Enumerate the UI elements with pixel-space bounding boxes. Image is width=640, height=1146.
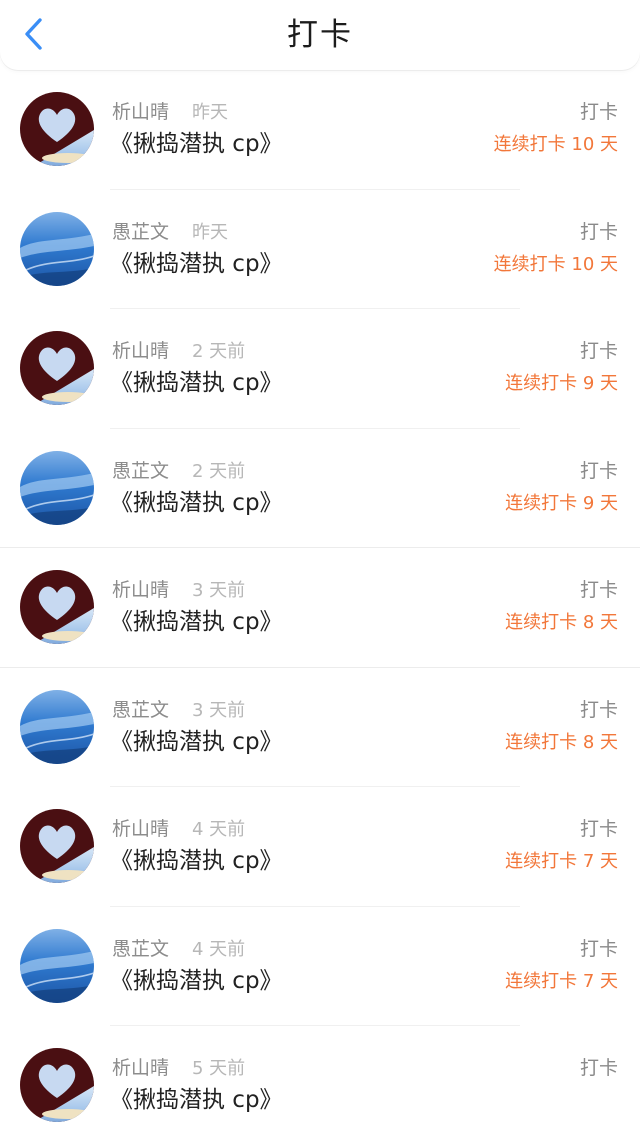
avatar[interactable]: [20, 211, 94, 286]
checkin-tag: 打卡: [579, 698, 618, 721]
user-name: 愚芷文: [112, 220, 170, 243]
user-name: 愚芷文: [112, 698, 170, 721]
post-time: 4 天前: [192, 938, 246, 960]
list-item[interactable]: 析山晴 昨天 《揪捣潜执 cp》 打卡 连续打卡 10 天: [0, 70, 640, 190]
post-time: 2 天前: [192, 341, 246, 362]
post-time: 3 天前: [192, 699, 246, 721]
avatar[interactable]: [20, 689, 94, 764]
checkin-tag: 打卡: [579, 937, 618, 960]
checkin-content: 《揪捣潜执 cp》: [110, 609, 283, 635]
post-time: 3 天前: [192, 580, 246, 601]
list-item[interactable]: 析山晴 2 天前 《揪捣潜执 cp》 打卡 连续打卡 9 天: [0, 309, 640, 429]
checkin-content: 《揪捣潜执 cp》: [110, 848, 283, 874]
user-name: 析山晴: [112, 818, 170, 840]
checkin-content: 《揪捣潜执 cp》: [110, 370, 283, 396]
list-item[interactable]: 析山晴 3 天前 《揪捣潜执 cp》 打卡 连续打卡 8 天: [0, 548, 640, 668]
streak-label: 连续打卡 10 天: [493, 253, 618, 275]
avatar[interactable]: [20, 809, 94, 883]
checkin-tag: 打卡: [579, 220, 618, 243]
user-name: 析山晴: [112, 340, 170, 362]
header-bar: 打卡: [0, 0, 640, 70]
checkin-content: 《揪捣潜执 cp》: [110, 728, 283, 755]
user-name: 析山晴: [112, 1057, 170, 1079]
heart-avatar-icon: [20, 92, 94, 166]
streak-label: 连续打卡 10 天: [493, 134, 618, 155]
heart-avatar-icon: [20, 1048, 94, 1122]
avatar[interactable]: [20, 450, 94, 525]
avatar[interactable]: [20, 1048, 94, 1122]
checkin-tag: 打卡: [579, 340, 618, 362]
heart-avatar-icon: [20, 570, 94, 644]
streak-label: 连续打卡 8 天: [505, 731, 618, 753]
ocean-avatar-icon: [20, 211, 94, 286]
checkin-content: 《揪捣潜执 cp》: [110, 967, 283, 994]
list-item[interactable]: 析山晴 4 天前 《揪捣潜执 cp》 打卡 连续打卡 7 天: [0, 787, 640, 907]
avatar[interactable]: [20, 928, 94, 1003]
avatar[interactable]: [20, 331, 94, 405]
checkin-content: 《揪捣潜执 cp》: [110, 1087, 283, 1113]
post-time: 4 天前: [192, 819, 246, 840]
ocean-avatar-icon: [20, 928, 94, 1003]
checkin-content: 《揪捣潜执 cp》: [110, 489, 283, 516]
avatar[interactable]: [20, 570, 94, 644]
user-name: 愚芷文: [112, 937, 170, 960]
checkin-list: 析山晴 昨天 《揪捣潜执 cp》 打卡 连续打卡 10 天 愚芷文 昨天 《揪捣…: [0, 70, 640, 1146]
avatar[interactable]: [20, 92, 94, 166]
ocean-avatar-icon: [20, 689, 94, 764]
ocean-avatar-icon: [20, 450, 94, 525]
list-item[interactable]: 析山晴 5 天前 《揪捣潜执 cp》 打卡: [0, 1026, 640, 1146]
streak-label: 连续打卡 9 天: [505, 373, 618, 394]
list-item[interactable]: 愚芷文 昨天 《揪捣潜执 cp》 打卡 连续打卡 10 天: [0, 190, 640, 310]
post-time: 昨天: [192, 102, 228, 123]
post-time: 昨天: [192, 221, 228, 243]
list-item[interactable]: 愚芷文 2 天前 《揪捣潜执 cp》 打卡 连续打卡 9 天: [0, 429, 640, 549]
streak-label: 连续打卡 7 天: [505, 970, 618, 992]
checkin-tag: 打卡: [579, 101, 618, 123]
checkin-content: 《揪捣潜执 cp》: [110, 250, 283, 277]
post-time: 2 天前: [192, 460, 246, 482]
checkin-content: 《揪捣潜执 cp》: [110, 131, 283, 157]
checkin-tag: 打卡: [579, 459, 618, 482]
post-time: 5 天前: [192, 1058, 246, 1079]
user-name: 析山晴: [112, 101, 170, 123]
streak-label: 连续打卡 9 天: [505, 492, 618, 514]
checkin-tag: 打卡: [579, 1057, 618, 1079]
page-title: 打卡: [287, 17, 353, 53]
streak-label: 连续打卡 8 天: [505, 612, 618, 633]
user-name: 愚芷文: [112, 459, 170, 482]
heart-avatar-icon: [20, 809, 94, 883]
list-item[interactable]: 愚芷文 4 天前 《揪捣潜执 cp》 打卡 连续打卡 7 天: [0, 907, 640, 1027]
streak-label: 连续打卡 7 天: [505, 851, 618, 872]
user-name: 析山晴: [112, 579, 170, 601]
heart-avatar-icon: [20, 331, 94, 405]
checkin-tag: 打卡: [579, 818, 618, 840]
list-item[interactable]: 愚芷文 3 天前 《揪捣潜执 cp》 打卡 连续打卡 8 天: [0, 668, 640, 788]
checkin-tag: 打卡: [579, 579, 618, 601]
